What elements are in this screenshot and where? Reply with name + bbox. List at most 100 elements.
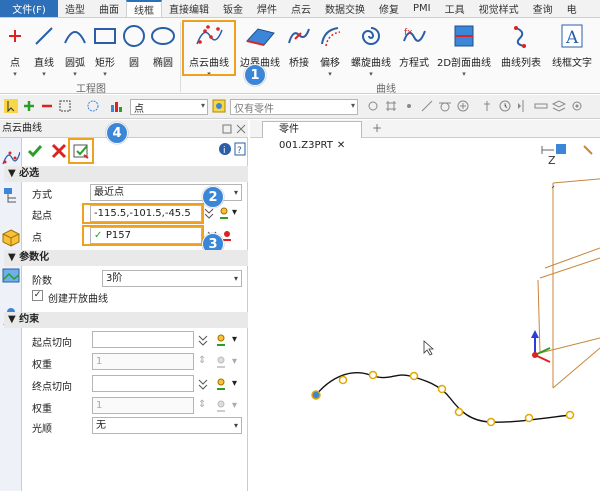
panel-window-controls[interactable] bbox=[222, 124, 246, 134]
menu-item-visual-style[interactable]: 视觉样式 bbox=[472, 0, 526, 17]
point-button[interactable]: 点 ▾ bbox=[4, 20, 26, 78]
snap-tangent-icon[interactable] bbox=[438, 99, 452, 113]
line-button[interactable]: 直线 ▾ bbox=[30, 20, 58, 78]
snap-grid-icon[interactable] bbox=[384, 99, 398, 113]
mirror-icon[interactable] bbox=[516, 99, 530, 113]
smooth-select[interactable]: 无 ▾ bbox=[92, 417, 242, 434]
chevron-down-icon[interactable]: ▾ bbox=[232, 207, 237, 218]
section-parameters[interactable]: ▼ 参数化 bbox=[4, 250, 248, 266]
menu-item-pointcloud[interactable]: 点云 bbox=[284, 0, 318, 17]
document-tab[interactable]: 零件001.Z3PRT ✕ bbox=[262, 121, 362, 151]
help-icon[interactable]: ? bbox=[234, 142, 246, 156]
degree-select[interactable]: 3阶 ▾ bbox=[102, 270, 242, 287]
section-constraints[interactable]: ▼ 约束 bbox=[4, 312, 248, 328]
offset-icon bbox=[318, 20, 342, 52]
polygon-select-icon[interactable] bbox=[86, 99, 100, 113]
history-icon[interactable] bbox=[498, 99, 512, 113]
end-tangent-input[interactable] bbox=[92, 375, 194, 392]
menu-item-repair[interactable]: 修复 bbox=[372, 0, 406, 17]
bridge-button[interactable]: 桥接 bbox=[286, 20, 312, 69]
ellipse-label: 椭圆 bbox=[153, 58, 173, 69]
pick-icon[interactable] bbox=[214, 355, 228, 369]
chevron-down-icon[interactable]: ▾ bbox=[232, 378, 237, 389]
open-curve-checkbox[interactable]: ✓ bbox=[32, 290, 43, 301]
snap-line-icon[interactable] bbox=[420, 99, 434, 113]
select-cursor-icon[interactable] bbox=[4, 99, 18, 113]
offset-button[interactable]: 偏移 ▾ bbox=[316, 20, 344, 78]
file-menu[interactable]: 文件(F) bbox=[0, 0, 58, 17]
pick-point-icon[interactable] bbox=[217, 206, 231, 220]
menu-item-surface[interactable]: 曲面 bbox=[92, 0, 126, 17]
arc-button[interactable]: 圆弧 ▾ bbox=[62, 20, 88, 78]
svg-text:fx: fx bbox=[404, 28, 413, 38]
circle-button[interactable]: 圆 bbox=[122, 20, 146, 69]
pick-direction-icon[interactable] bbox=[214, 333, 228, 347]
pick-icon[interactable] bbox=[214, 399, 228, 413]
assembly-tree-icon[interactable] bbox=[2, 186, 20, 206]
pin-icon[interactable] bbox=[480, 99, 494, 113]
boundary-curve-button[interactable]: 边界曲线 bbox=[238, 20, 282, 69]
add-tab-icon[interactable]: + bbox=[372, 121, 382, 135]
view-image-icon[interactable] bbox=[2, 266, 20, 286]
helix-button[interactable]: 螺旋曲线 ▾ bbox=[348, 20, 394, 78]
chevron-down-icon: ▾ bbox=[103, 70, 107, 78]
equation-button[interactable]: fx 方程式 bbox=[396, 20, 432, 69]
minus-icon[interactable] bbox=[40, 99, 54, 113]
cloud-points[interactable] bbox=[311, 370, 575, 427]
spinner-icon[interactable]: ⇕ bbox=[198, 399, 206, 410]
chevron-down-icon: ▾ bbox=[233, 274, 238, 283]
filter-select[interactable]: 点 ▾ bbox=[130, 99, 208, 115]
menu-item-data-exchange[interactable]: 数据交换 bbox=[318, 0, 372, 17]
start-tangent-input[interactable] bbox=[92, 331, 194, 348]
menu-item-pmi[interactable]: PMI bbox=[406, 0, 438, 17]
view-toolbar-icons[interactable] bbox=[541, 144, 593, 155]
cancel-icon[interactable] bbox=[50, 142, 68, 160]
method-value: 最近点 bbox=[94, 187, 124, 198]
point-highlight bbox=[82, 225, 204, 246]
fitted-curve[interactable] bbox=[315, 372, 571, 423]
add-icon[interactable] bbox=[22, 99, 36, 113]
scope-select[interactable]: 仅有零件 ▾ bbox=[230, 99, 358, 115]
weight1-input[interactable]: 1 bbox=[92, 353, 194, 370]
part-cube-icon[interactable] bbox=[2, 228, 20, 248]
chevron-down-icon[interactable]: ▾ bbox=[232, 334, 237, 345]
spinner-icon[interactable]: ⇕ bbox=[198, 355, 206, 366]
layer-icon[interactable] bbox=[552, 99, 566, 113]
step-badge-2: 2 bbox=[202, 186, 224, 208]
menu-item-weldment[interactable]: 焊件 bbox=[250, 0, 284, 17]
part-scope-icon[interactable] bbox=[212, 99, 226, 113]
curve-list-button[interactable]: 曲线列表 bbox=[498, 20, 544, 69]
wireframe-text-button[interactable]: A 线框文字 bbox=[548, 20, 596, 69]
snap-point-icon[interactable] bbox=[402, 99, 416, 113]
menu-item-modeling[interactable]: 造型 bbox=[58, 0, 92, 17]
menu-item-sheetmetal[interactable]: 钣金 bbox=[216, 0, 250, 17]
chevron-down-icon[interactable]: ▾ bbox=[232, 400, 237, 411]
rect-button[interactable]: 矩形 ▾ bbox=[92, 20, 118, 78]
menu-item-wireframe[interactable]: 线框 bbox=[126, 0, 162, 17]
menu-item-inquire[interactable]: 查询 bbox=[526, 0, 560, 17]
chevron-down-icon[interactable]: ▾ bbox=[232, 356, 237, 367]
menu-item-tools[interactable]: 工具 bbox=[438, 0, 472, 17]
double-chevron-icon[interactable] bbox=[198, 378, 208, 390]
setting-icon[interactable] bbox=[570, 99, 584, 113]
double-chevron-icon[interactable] bbox=[198, 334, 208, 346]
filter-icon[interactable] bbox=[110, 99, 124, 113]
menu-item-electrical[interactable]: 电 bbox=[560, 0, 584, 17]
confirm-icon[interactable] bbox=[26, 142, 44, 160]
arc-label: 圆弧 bbox=[65, 58, 85, 69]
weight2-input[interactable]: 1 bbox=[92, 397, 194, 414]
ellipse-button[interactable]: 椭圆 bbox=[150, 20, 176, 69]
box-select-icon[interactable] bbox=[58, 99, 72, 113]
double-chevron-icon[interactable] bbox=[204, 207, 214, 219]
measure-icon[interactable] bbox=[534, 99, 548, 113]
section-required[interactable]: ▼ 必选 bbox=[4, 166, 248, 182]
section-2d-curve-button[interactable]: 2D剖面曲线 ▾ bbox=[436, 20, 492, 78]
snap-center-icon[interactable] bbox=[456, 99, 470, 113]
menu-item-direct-edit[interactable]: 直接编辑 bbox=[162, 0, 216, 17]
end-tangent-label: 终点切向 bbox=[32, 382, 72, 393]
snap-icon[interactable] bbox=[366, 99, 380, 113]
info-icon[interactable]: i bbox=[218, 142, 232, 156]
pointcloud-curve-icon[interactable] bbox=[2, 148, 20, 168]
weight1-label: 权重 bbox=[32, 360, 52, 371]
pick-direction-icon[interactable] bbox=[214, 377, 228, 391]
